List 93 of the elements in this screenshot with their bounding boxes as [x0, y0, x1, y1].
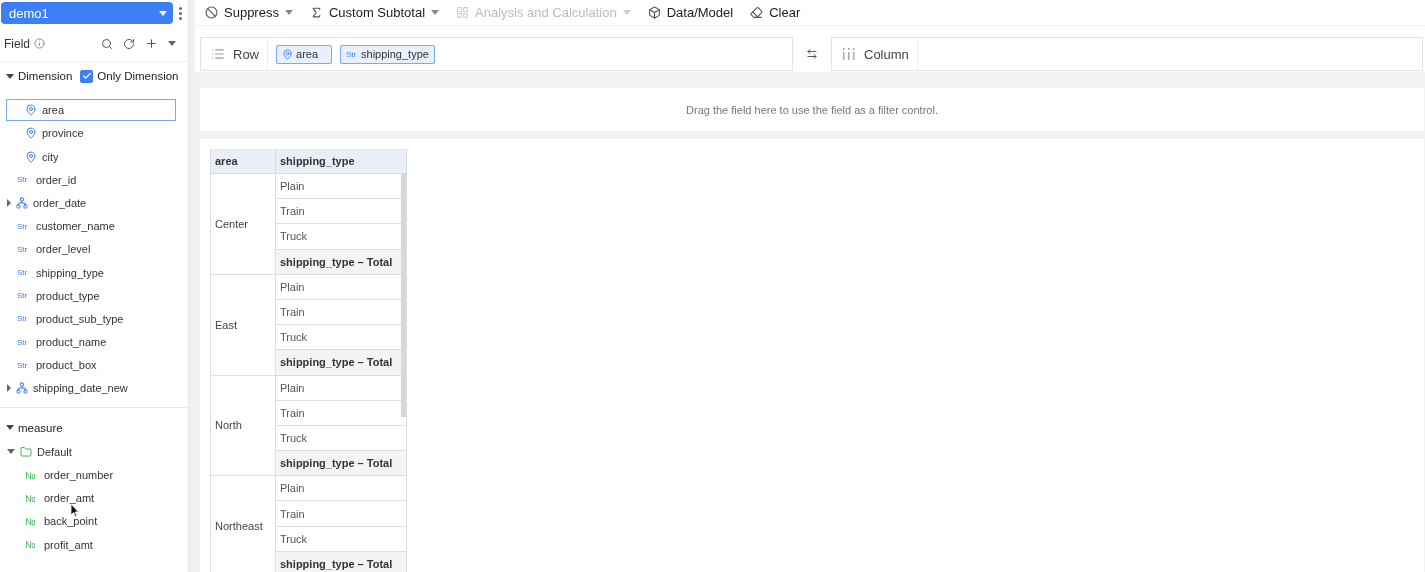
subtotal-cell: shipping_type – Total [276, 350, 407, 376]
table-cell: Plain [276, 476, 407, 502]
column-icon [842, 48, 856, 60]
string-type-icon: Str [17, 360, 31, 370]
field-item[interactable]: Str product_name [6, 331, 176, 354]
expand-caret-icon[interactable] [7, 384, 11, 393]
column-shelf[interactable]: Column [831, 37, 1423, 71]
shelf-label: Column [864, 46, 909, 62]
string-type-icon: Str [17, 314, 31, 324]
expand-caret-icon[interactable] [7, 449, 15, 455]
toolbar-button[interactable]: Custom Subtotal [309, 5, 440, 20]
field-item[interactable]: № back_point [6, 510, 176, 533]
field-item[interactable]: № order_amt [6, 487, 176, 510]
add-button[interactable] [145, 37, 158, 50]
refresh-button[interactable] [123, 37, 135, 50]
location-pin-icon [282, 48, 293, 60]
more-icon[interactable] [179, 6, 182, 20]
filter-drop-zone[interactable]: Drag the field here to use the field as a filter control. [200, 88, 1424, 131]
number-type-icon: № [25, 492, 39, 504]
field-item[interactable]: Str product_sub_type [6, 307, 176, 330]
field-pill[interactable]: Str shipping_type [340, 44, 435, 64]
table-cell: Truck [276, 425, 407, 452]
search-button[interactable] [101, 37, 113, 50]
panel-title: Field [4, 36, 30, 51]
table-cell: Truck [276, 526, 407, 552]
info-icon[interactable] [34, 38, 45, 49]
expand-caret-icon[interactable] [7, 198, 11, 207]
location-pin-icon [25, 150, 37, 163]
field-item[interactable]: Str order_id [6, 168, 176, 191]
table-cell: Truck [276, 325, 407, 351]
string-type-icon: Str [17, 175, 31, 185]
subtotal-cell: shipping_type – Total [276, 551, 407, 572]
column-header: area [211, 149, 276, 174]
table-cell: Plain [276, 174, 407, 200]
string-type-icon: Str [346, 49, 358, 59]
folder-icon [20, 445, 32, 458]
field-item[interactable]: Str customer_name [6, 215, 176, 238]
field-item[interactable]: shipping_date_new [6, 377, 176, 400]
caret-icon [622, 10, 631, 15]
number-type-icon: № [25, 469, 39, 481]
grid-icon [456, 6, 470, 19]
toolbar-button[interactable]: Suppress [205, 5, 293, 20]
location-pin-icon [25, 104, 37, 117]
caret-icon [284, 10, 293, 15]
row-shelf[interactable]: Row area Str shipping_type [200, 37, 793, 71]
string-type-icon: Str [17, 244, 31, 254]
caret-icon [431, 10, 440, 15]
shelf-label: Row [233, 46, 259, 62]
table-cell: Train [276, 199, 407, 225]
field-item[interactable]: № order_number [6, 464, 176, 486]
cube-icon [647, 6, 661, 19]
field-item[interactable]: Str order_level [6, 238, 176, 261]
number-type-icon: № [25, 539, 39, 551]
section-title: Dimension [18, 70, 73, 82]
expand-caret-icon[interactable] [6, 425, 14, 431]
folder-item[interactable]: Default [6, 440, 176, 463]
dropdown-button[interactable] [168, 41, 176, 46]
hierarchy-icon [16, 382, 28, 395]
field-item[interactable]: № profit_amt [6, 533, 176, 556]
scrollbar[interactable] [401, 174, 406, 417]
string-type-icon: Str [17, 268, 31, 277]
field-item[interactable]: Str product_box [6, 354, 176, 377]
field-item[interactable]: order_date [6, 191, 176, 214]
checkbox[interactable] [80, 69, 94, 83]
hierarchy-icon [16, 196, 28, 209]
table-cell: Truck [276, 224, 407, 250]
column-header: shipping_type [276, 149, 407, 174]
field-pill[interactable]: area [276, 44, 332, 64]
string-type-icon: Str [17, 221, 31, 231]
number-type-icon: № [25, 515, 39, 527]
toolbar-button[interactable]: Clear [750, 5, 801, 20]
field-item[interactable]: Str product_type [6, 284, 176, 307]
field-item[interactable]: city [6, 145, 176, 168]
ban-icon [205, 6, 218, 19]
string-type-icon: Str [17, 337, 31, 347]
checkbox-label: Only Dimension [97, 70, 179, 82]
string-type-icon: Str [17, 291, 31, 301]
field-item[interactable]: area [6, 99, 176, 122]
field-item[interactable]: province [6, 122, 176, 145]
dataset-select[interactable]: demo1 [1, 2, 173, 24]
section-title: measure [18, 421, 63, 434]
table-cell: Train [276, 501, 407, 527]
expand-caret-icon[interactable] [6, 73, 14, 79]
field-item[interactable]: Str shipping_type [6, 261, 176, 284]
drop-hint: Drag the field here to use the field as a filter control. [686, 103, 938, 116]
list-icon [211, 47, 225, 61]
table-cell: Train [276, 400, 407, 426]
eraser-icon [750, 6, 764, 19]
toolbar-button[interactable]: Data/Model [647, 5, 734, 20]
mouse-cursor-icon [70, 503, 80, 518]
subtotal-cell: shipping_type – Total [276, 451, 407, 477]
swap-arrows-icon [806, 48, 818, 60]
location-pin-icon [25, 127, 37, 140]
